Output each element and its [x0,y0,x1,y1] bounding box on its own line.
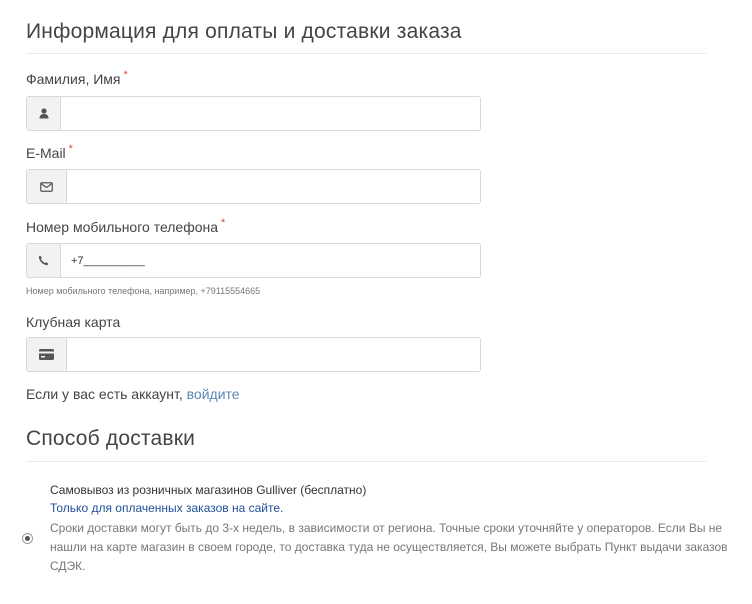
club-card-input[interactable] [67,338,480,371]
delivery-section-title: Способ доставки [26,427,196,450]
delivery-option-title: Самовывоз из розничных магазинов Gullive… [50,483,367,497]
name-label-text: Фамилия, Имя [26,71,121,87]
section-divider [26,53,706,54]
required-mark: * [123,69,128,81]
email-label-text: E-Mail [26,145,66,161]
email-input-group [26,169,481,204]
credit-card-icon [27,338,67,371]
section-divider [26,461,706,462]
email-label: E-Mail * [26,143,73,161]
required-mark: * [68,143,73,155]
delivery-option-radio[interactable] [22,533,33,544]
envelope-icon [27,170,67,203]
delivery-option-body: Самовывоз из розничных магазинов Gullive… [50,482,730,576]
phone-label: Номер мобильного телефона * [26,217,226,235]
club-card-label: Клубная карта [26,314,121,330]
name-input[interactable] [61,97,480,130]
phone-icon [27,244,61,277]
club-card-input-group [26,337,481,372]
name-label: Фамилия, Имя * [26,69,128,87]
phone-label-text: Номер мобильного телефона [26,219,219,235]
phone-input-group [26,243,481,278]
user-icon [27,97,61,130]
login-prompt-text: Если у вас есть аккаунт, [26,386,183,402]
delivery-option-note: Только для оплаченных заказов на сайте. [50,501,284,515]
login-prompt: Если у вас есть аккаунт, войдите [26,386,240,402]
payment-section-title: Информация для оплаты и доставки заказа [26,20,462,43]
email-input[interactable] [67,170,480,203]
phone-help-text: Номер мобильного телефона, например, +79… [26,286,261,296]
required-mark: * [221,217,226,229]
name-input-group [26,96,481,131]
phone-input[interactable] [61,244,480,277]
login-link[interactable]: войдите [187,386,240,402]
delivery-option-description: Сроки доставки могут быть до 3-х недель,… [50,521,728,573]
